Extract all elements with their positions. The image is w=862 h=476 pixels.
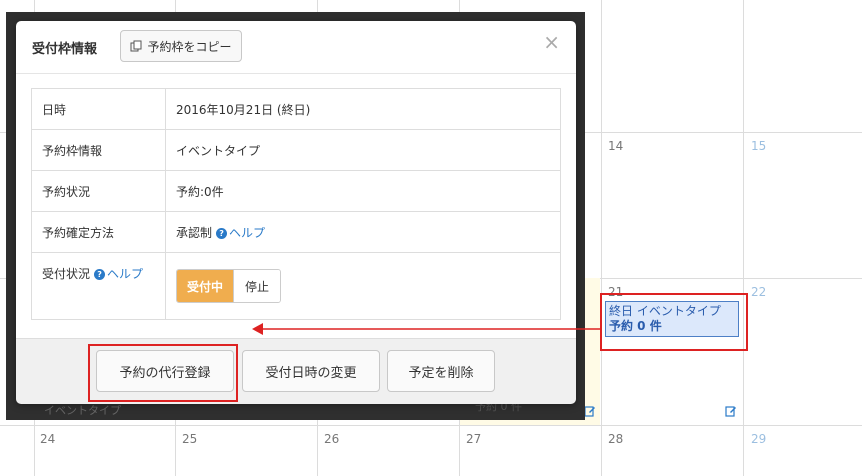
- row-label: 予約確定方法: [31, 211, 166, 253]
- confirm-method-value: 承認制: [176, 225, 213, 240]
- row-value: 2016年10月21日 (終日): [176, 102, 311, 117]
- accept-status-label: 受付状況: [42, 267, 91, 281]
- row-label: 受付状況? ヘルプ: [31, 252, 166, 320]
- help-icon[interactable]: ?: [94, 269, 106, 280]
- modal-title: 受付枠情報: [32, 42, 98, 57]
- edit-icon[interactable]: [584, 405, 596, 417]
- day-14[interactable]: 14: [608, 139, 623, 153]
- edit-icon[interactable]: [725, 405, 737, 417]
- ghost-event-text: イベントタイプ: [44, 404, 121, 417]
- toggle-stopped[interactable]: 停止: [233, 270, 280, 302]
- table-row: 受付状況? ヘルプ 受付中 停止: [31, 252, 561, 320]
- table-row: 予約状況 予約:0件: [31, 170, 561, 212]
- row-value: 承認制? ヘルプ: [165, 211, 561, 253]
- day-27[interactable]: 27: [466, 432, 481, 446]
- annotation-arrow-icon: [252, 323, 600, 335]
- change-datetime-button[interactable]: 受付日時の変更: [242, 350, 380, 392]
- annotation-rect-event: [600, 293, 748, 351]
- row-value: 受付中 停止: [165, 252, 561, 320]
- help-icon[interactable]: ?: [216, 227, 228, 239]
- day-22[interactable]: 22: [751, 285, 766, 299]
- row-value: 予約:0件: [165, 170, 561, 212]
- row-value: イベントタイプ: [165, 129, 561, 171]
- day-25[interactable]: 25: [182, 432, 197, 446]
- annotation-rect-proxy: [88, 344, 238, 402]
- day-15[interactable]: 15: [751, 139, 766, 153]
- day-28[interactable]: 28: [608, 432, 623, 446]
- day-29[interactable]: 29: [751, 432, 766, 446]
- table-row: 日時 2016年10月21日 (終日): [31, 88, 561, 130]
- copy-slot-button[interactable]: 予約枠をコピー: [120, 30, 242, 62]
- copy-icon: [130, 40, 142, 52]
- day-26[interactable]: 26: [324, 432, 339, 446]
- row-label: 予約状況: [31, 170, 166, 212]
- header-divider: [16, 73, 576, 74]
- accept-status-toggle: 受付中 停止: [176, 269, 281, 303]
- close-icon[interactable]: ×: [543, 32, 560, 52]
- table-row: 予約確定方法 承認制? ヘルプ: [31, 211, 561, 253]
- help-link[interactable]: ヘルプ: [229, 226, 265, 240]
- day-24[interactable]: 24: [40, 432, 55, 446]
- help-link[interactable]: ヘルプ: [107, 267, 143, 281]
- row-label: 日時: [31, 88, 166, 130]
- toggle-accepting[interactable]: 受付中: [177, 270, 233, 302]
- delete-schedule-button[interactable]: 予定を削除: [387, 350, 495, 392]
- info-table: 日時 2016年10月21日 (終日) 予約枠情報 イベントタイプ 予約状況 予…: [31, 88, 561, 320]
- row-label: 予約枠情報: [31, 129, 166, 171]
- table-row: 予約枠情報 イベントタイプ: [31, 129, 561, 171]
- copy-slot-label: 予約枠をコピー: [147, 39, 232, 54]
